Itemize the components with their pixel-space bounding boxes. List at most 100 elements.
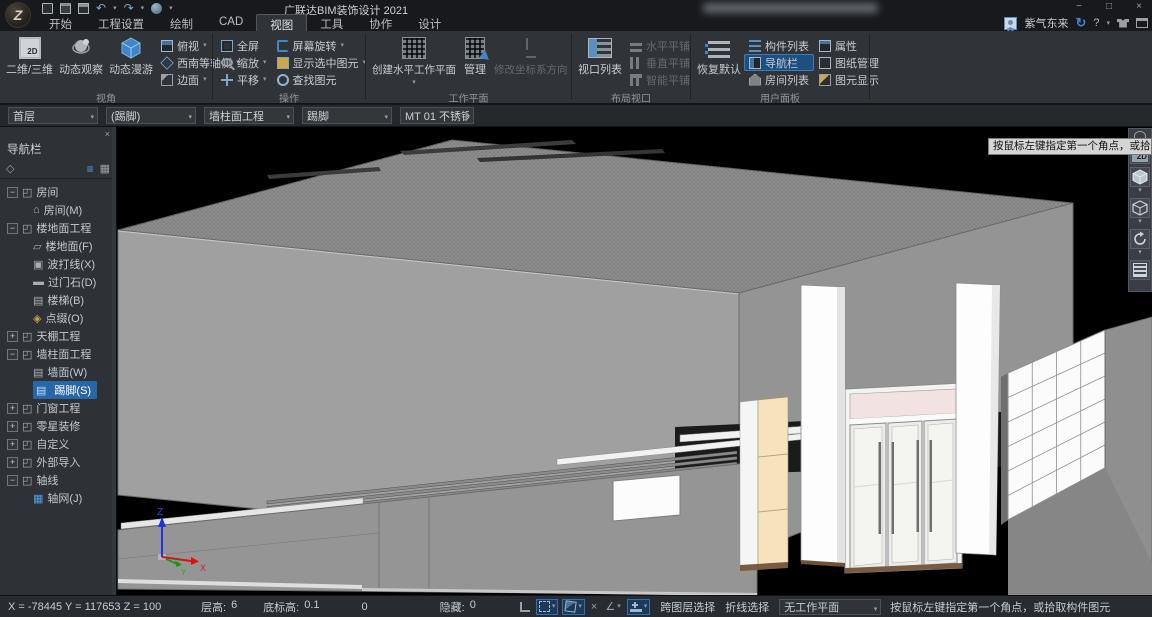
btn-2d-3d[interactable]: 2D 二维/三维 [3, 33, 56, 76]
caret-down-icon[interactable]: ▾ [1138, 218, 1142, 226]
btn-component-list[interactable]: 构件列表 [744, 37, 814, 54]
tree-item-ceiling-group[interactable]: + ◰ 天棚工程 [0, 327, 116, 345]
help-caret-icon[interactable]: ▾ [1106, 19, 1110, 27]
undo-caret-icon[interactable]: ▾ [113, 4, 117, 12]
tree-item-grid[interactable]: ▦ 轴网(J) [0, 489, 116, 507]
tree-item-external-import-group[interactable]: + ◰ 外部导入 [0, 453, 116, 471]
btn-navigation-bar[interactable]: 导航栏 [744, 54, 814, 71]
extension-line-toggle-icon[interactable]: ▾ [627, 599, 651, 615]
new-file-icon[interactable] [42, 3, 53, 14]
tab-collaborate[interactable]: 协作 [356, 14, 405, 31]
btn-room-list[interactable]: 房间列表 [744, 71, 814, 88]
expander-icon[interactable]: − [7, 187, 18, 198]
btn-find-element[interactable]: 查找图元 [272, 71, 372, 88]
tab-tools[interactable]: 工具 [307, 14, 356, 31]
help-icon[interactable]: ? [1093, 17, 1099, 29]
tree-item-wall-column-group[interactable]: − ◰ 墙柱面工程 [0, 345, 116, 363]
theme-shirt-icon[interactable] [1117, 19, 1129, 28]
tree-item-axis-group[interactable]: − ◰ 轴线 [0, 471, 116, 489]
tree-item-room-group[interactable]: − ◰ 房间 [0, 183, 116, 201]
viewport-3d[interactable]: Z X Y 2D ▾ ▾ ▾ [117, 127, 1152, 595]
workspace-panel-icon[interactable] [1136, 18, 1148, 28]
render-sphere-icon[interactable] [151, 3, 162, 14]
tab-project-settings[interactable]: 工程设置 [85, 14, 157, 31]
tab-view[interactable]: 视图 [256, 14, 307, 31]
rotate-view-icon[interactable] [1130, 229, 1150, 249]
avatar[interactable] [1004, 17, 1017, 30]
polyline-select-button[interactable]: 折线选择 [725, 599, 769, 615]
tree-item-floor-group[interactable]: − ◰ 楼地面工程 [0, 219, 116, 237]
tab-design[interactable]: 设计 [405, 14, 454, 31]
tree-item-misc-decoration-group[interactable]: + ◰ 零星装修 [0, 417, 116, 435]
open-file-icon[interactable] [60, 3, 71, 14]
btn-element-display[interactable]: 图元显示 [814, 71, 884, 88]
tree-item-wave-line[interactable]: ▣ 波打线(X) [0, 255, 116, 273]
tree-item-stairs[interactable]: ▤ 楼梯(B) [0, 291, 116, 309]
expander-icon[interactable]: + [7, 457, 18, 468]
btn-screen-rotate[interactable]: 屏幕旋转 ▾ [272, 37, 372, 54]
tree-item-custom-group[interactable]: + ◰ 自定义 [0, 435, 116, 453]
crosshair-toggle-icon[interactable]: × [589, 599, 599, 615]
close-button[interactable]: × [1132, 1, 1146, 12]
tree-item-wall-surface[interactable]: ▤ 墙面(W) [0, 363, 116, 381]
expander-icon[interactable]: + [7, 331, 18, 342]
btn-create-horizontal-workplane[interactable]: 创建水平工作平面 ▾ [369, 33, 459, 86]
tab-draw[interactable]: 绘制 [157, 14, 206, 31]
btn-dynamic-observe[interactable]: 动态观察 [56, 33, 106, 76]
btn-viewport-list[interactable]: 视口列表 [575, 33, 625, 76]
tree-item-door-window-group[interactable]: + ◰ 门窗工程 [0, 399, 116, 417]
minimize-button[interactable]: − [1072, 1, 1086, 12]
work-plane-selector[interactable]: 无工作平面 ▾ [779, 599, 881, 615]
sidebar-scrollbar[interactable] [112, 127, 116, 595]
btn-properties[interactable]: 属性 [814, 37, 884, 54]
tree-item-room[interactable]: ⌂ 房间(M) [0, 201, 116, 219]
engineering-type-selector[interactable]: 墙柱面工程▾ [204, 107, 294, 124]
app-logo[interactable]: Z [5, 2, 31, 28]
caret-down-icon[interactable]: ▾ [1138, 249, 1142, 257]
btn-pan[interactable]: 平移 ▾ [216, 71, 272, 88]
expander-icon[interactable]: + [7, 403, 18, 414]
expander-icon[interactable]: + [7, 439, 18, 450]
expander-icon[interactable]: − [7, 475, 18, 486]
layout-grid-icon[interactable] [1130, 260, 1150, 280]
selection-box-toggle-icon[interactable]: ▾ [536, 599, 559, 615]
list-view-icon[interactable]: ≡ [87, 162, 94, 176]
orbit-cube-icon[interactable] [1130, 198, 1150, 218]
tree-item-accent[interactable]: ◈ 点缀(O) [0, 309, 116, 327]
expander-icon[interactable]: + [7, 421, 18, 432]
tab-cad[interactable]: CAD [206, 14, 256, 31]
btn-show-selected[interactable]: 显示选中图元 ▾ [272, 54, 372, 71]
material-selector[interactable]: MT 01 不锈钢踢▾ [400, 107, 474, 124]
3d-snap-toggle-icon[interactable]: ▾ [562, 599, 585, 615]
view-cube-icon[interactable] [1130, 167, 1150, 187]
ortho-toggle-icon[interactable] [518, 599, 532, 615]
btn-dynamic-walkthrough[interactable]: 动态漫游 [106, 33, 156, 76]
component-type-selector[interactable]: 踢脚▾ [302, 107, 392, 124]
tree-item-skirting[interactable]: ▤ 踢脚(S) [0, 381, 116, 399]
element-filter-selector[interactable]: (踢脚)▾ [106, 107, 196, 124]
btn-restore-default[interactable]: 恢复默认 [694, 33, 744, 76]
btn-manage-workplane[interactable]: 管理 [459, 33, 491, 76]
expander-icon[interactable]: − [7, 223, 18, 234]
floor-selector[interactable]: 首层▾ [8, 107, 98, 124]
tree-item-floor-surface[interactable]: ▱ 楼地面(F) [0, 237, 116, 255]
sync-icon[interactable]: ↻ [1075, 15, 1086, 31]
tab-start[interactable]: 开始 [36, 14, 85, 31]
redo-icon[interactable]: ↷ [124, 3, 134, 14]
undo-icon[interactable]: ↶ [96, 3, 106, 14]
pin-icon[interactable]: ◇ [6, 162, 14, 175]
btn-zoom[interactable]: 缩放 ▾ [216, 54, 272, 71]
tree-item-door-stone[interactable]: ▬ 过门石(D) [0, 273, 116, 291]
redo-caret-icon[interactable]: ▾ [141, 4, 145, 12]
maximize-button[interactable]: □ [1102, 1, 1116, 12]
save-icon[interactable] [78, 3, 89, 14]
panel-view-icon[interactable]: ▦ [100, 162, 110, 175]
btn-fullscreen[interactable]: 全屏 [216, 37, 272, 54]
sidebar-close-icon[interactable]: × [105, 129, 110, 139]
btn-drawing-management[interactable]: 图纸管理 [814, 54, 884, 71]
cross-layer-select-button[interactable]: 跨图层选择 [660, 599, 715, 615]
expander-icon[interactable]: − [7, 349, 18, 360]
qat-customize-caret-icon[interactable]: ▾ [169, 4, 173, 12]
angle-snap-toggle-icon[interactable]: ∠▾ [603, 599, 622, 615]
caret-down-icon[interactable]: ▾ [1138, 187, 1142, 195]
